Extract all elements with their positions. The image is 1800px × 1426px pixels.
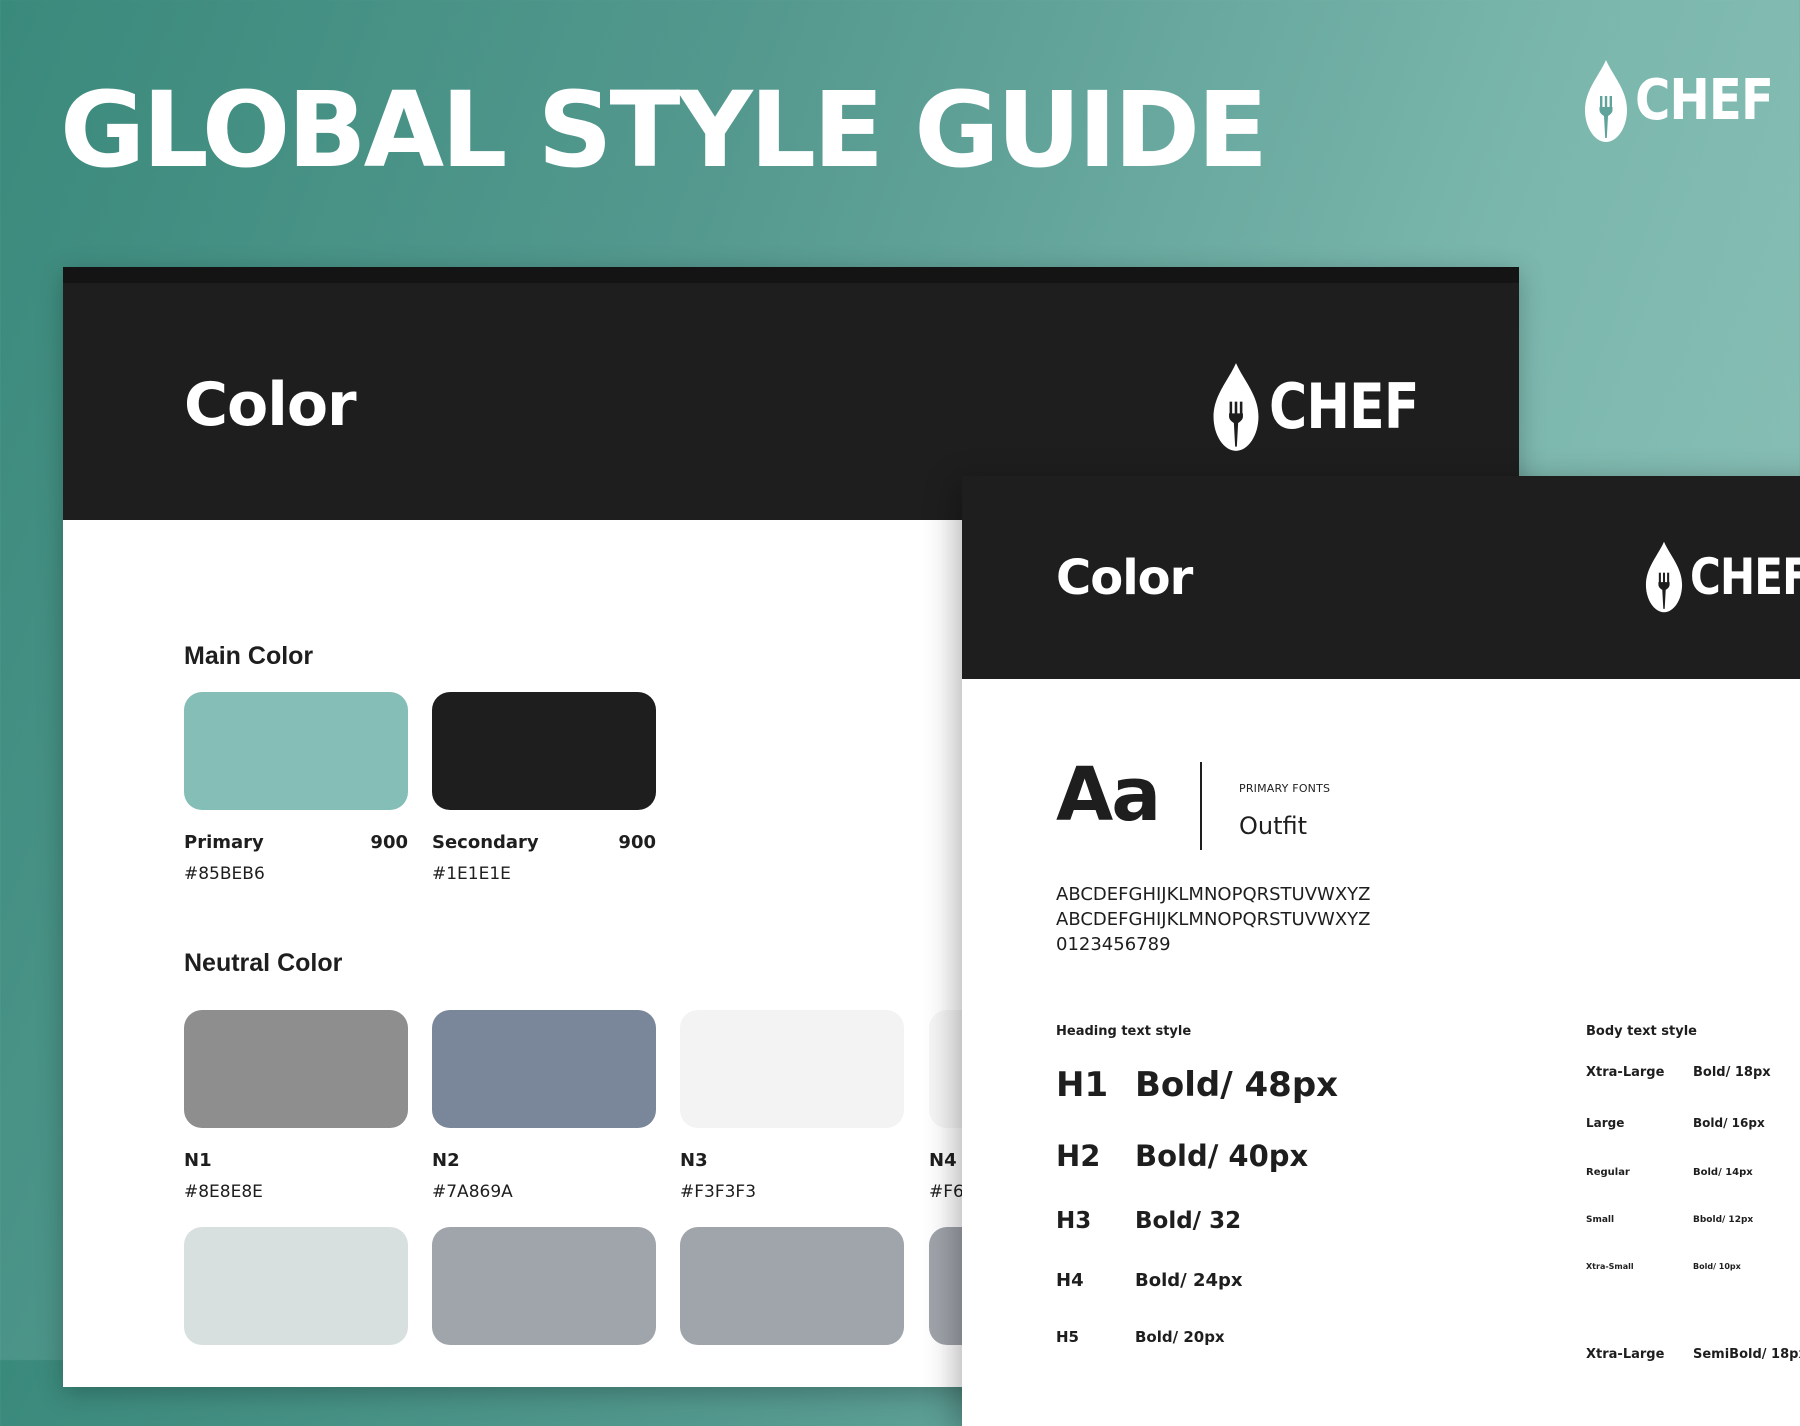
neutral-swatch[interactable] [680,1227,904,1345]
body-style-spec: Bold/ 10px [1693,1262,1741,1271]
glyph-line-digits: 0123456789 [1056,934,1171,955]
glyph-line-uppercase-2: ABCDEFGHIJKLMNOPQRSTUVWXYZ [1056,909,1371,930]
body-style-spec: Bbold/ 12px [1693,1215,1754,1225]
n2-hex: #7A869A [432,1182,513,1202]
n1-name: N1 [184,1150,212,1171]
h5-spec: Bold/ 20px [1135,1328,1225,1346]
h3-spec: Bold/ 32 [1135,1208,1242,1234]
n3-swatch[interactable] [680,1010,904,1128]
n1-hex: #8E8E8E [184,1182,263,1202]
h4-spec: Bold/ 24px [1135,1270,1243,1291]
body-style-name: Xtra-Large [1586,1347,1665,1362]
body-style-spec: Bold/ 14px [1693,1167,1753,1178]
body-style-name: Regular [1586,1167,1630,1178]
body-style-name: Small [1586,1215,1615,1225]
n4-hex: #F6 [929,1182,964,1202]
heading-style-label: Heading text style [1056,1024,1192,1039]
main-color-heading: Main Color [184,642,314,670]
card-logo: CHEF [1644,540,1800,614]
logo-wordmark: CHEF [1690,548,1800,606]
primary-font-name: Outfit [1239,812,1308,840]
logo-wordmark: CHEF [1635,68,1774,133]
primary-swatch[interactable] [184,692,408,810]
n2-name: N2 [432,1150,460,1171]
secondary-weight: 900 [618,832,656,853]
glyph-line-uppercase: ABCDEFGHIJKLMNOPQRSTUVWXYZ [1056,884,1371,905]
body-style-label: Body text style [1586,1024,1698,1039]
card-title: Color [1056,550,1193,606]
body-style-name: Xtra-Large [1586,1065,1665,1080]
neutral-color-heading: Neutral Color [184,949,343,977]
secondary-hex: #1E1E1E [432,864,511,884]
h1-tag: H1 [1056,1065,1109,1105]
h1-spec: Bold/ 48px [1135,1065,1339,1105]
primary-fonts-label: PRIMARY FONTS [1239,782,1331,795]
card-title: Color [184,370,357,440]
body-style-spec: Bold/ 18px [1693,1065,1771,1080]
typography-card-header: Color CHEF [962,476,1800,679]
h5-tag: H5 [1056,1328,1079,1346]
h3-tag: H3 [1056,1208,1092,1234]
neutral-swatch[interactable] [184,1227,408,1345]
body-style-name: Large [1586,1116,1625,1130]
h2-tag: H2 [1056,1139,1101,1173]
specimen-divider [1200,762,1202,850]
body-style-name: Xtra-Small [1586,1262,1634,1271]
primary-hex: #85BEB6 [184,864,265,884]
secondary-name: Secondary [432,832,539,853]
font-specimen: Aa [1056,752,1161,838]
chef-flame-fork-icon [1645,541,1683,613]
h2-spec: Bold/ 40px [1135,1139,1309,1173]
body-style-spec: Bold/ 16px [1693,1116,1765,1130]
primary-weight: 900 [370,832,408,853]
primary-name: Primary [184,832,264,853]
chef-flame-fork-icon [1585,60,1627,142]
secondary-swatch[interactable] [432,692,656,810]
h4-tag: H4 [1056,1270,1084,1291]
logo-wordmark: CHEF [1269,370,1419,443]
n4-name: N4 [929,1150,957,1171]
card-logo: CHEF [1211,361,1447,453]
neutral-swatch[interactable] [432,1227,656,1345]
n3-name: N3 [680,1150,708,1171]
n3-hex: #F3F3F3 [680,1182,757,1202]
n1-swatch[interactable] [184,1010,408,1128]
n2-swatch[interactable] [432,1010,656,1128]
body-style-spec: SemiBold/ 18px [1693,1347,1800,1362]
chef-flame-fork-icon [1213,363,1259,451]
hero-title: GLOBAL STYLE GUIDE [60,69,1268,191]
typography-card: Color CHEF Aa PRIMARY FONTS Outfit ABCDE… [962,476,1800,1426]
hero-logo: CHEF [1583,58,1795,144]
